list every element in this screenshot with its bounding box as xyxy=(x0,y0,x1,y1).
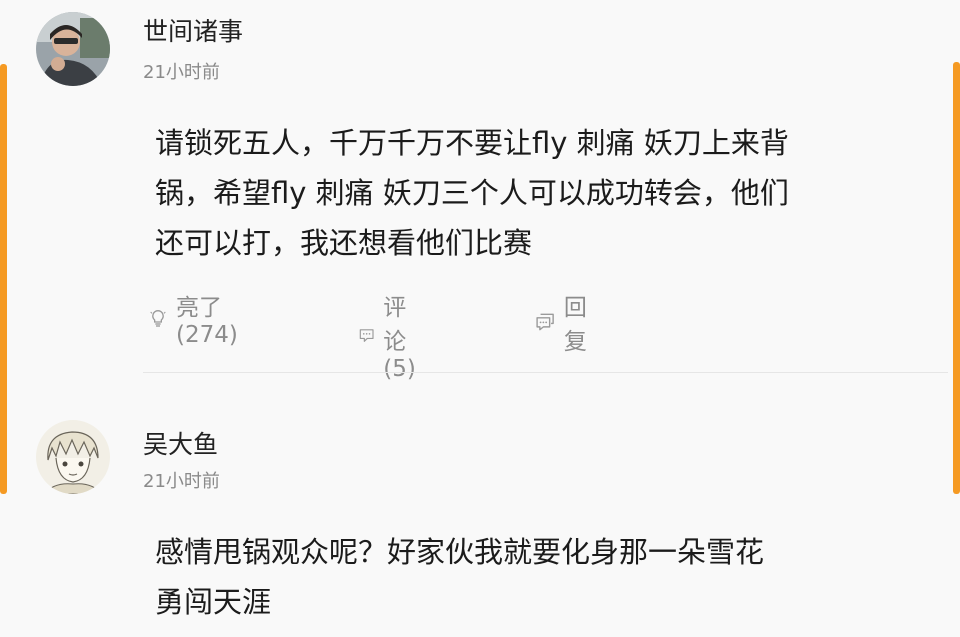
like-button[interactable]: 亮了(274) xyxy=(148,288,248,348)
comment-label: 评论(5) xyxy=(383,295,416,382)
avatar-sketch-icon xyxy=(36,420,110,494)
right-accent-bar xyxy=(953,62,960,494)
reply-bubble-icon xyxy=(536,313,554,331)
avatar[interactable] xyxy=(36,420,110,494)
reply-label: 回复 xyxy=(563,295,587,355)
timestamp: 21小时前 xyxy=(143,471,220,492)
lightbulb-icon xyxy=(150,310,166,327)
comment-text-line: 还可以打，我还想看他们比赛 xyxy=(155,226,533,260)
left-accent-bar xyxy=(0,64,7,494)
avatar-photo-icon xyxy=(36,12,110,86)
comment-text-line: 感情甩锅观众呢？好家伙我就要化身那一朵雪花 xyxy=(155,535,765,569)
comment-button[interactable]: 评论(5) xyxy=(358,288,429,382)
comment-text: 感情甩锅观众呢？好家伙我就要化身那一朵雪花 勇闯天涯 xyxy=(155,527,930,627)
comment-text: 请锁死五人，千万千万不要让fly 刺痛 妖刀上来背 锅，希望fly 刺痛 妖刀三… xyxy=(155,118,930,268)
username[interactable]: 吴大鱼 xyxy=(143,425,218,461)
reply-button[interactable]: 回复 xyxy=(535,288,596,356)
timestamp: 21小时前 xyxy=(143,62,220,83)
comment-divider xyxy=(143,372,948,373)
comment-text-line: 锅，希望fly 刺痛 妖刀三个人可以成功转会，他们 xyxy=(155,176,789,210)
username[interactable]: 世间诸事 xyxy=(143,12,243,48)
avatar[interactable] xyxy=(36,12,110,86)
like-label: 亮了(274) xyxy=(175,295,238,348)
comment-bubble-icon xyxy=(359,329,374,342)
comment-text-line: 勇闯天涯 xyxy=(155,585,272,619)
comment-text-line: 请锁死五人，千万千万不要让fly 刺痛 妖刀上来背 xyxy=(155,126,789,160)
